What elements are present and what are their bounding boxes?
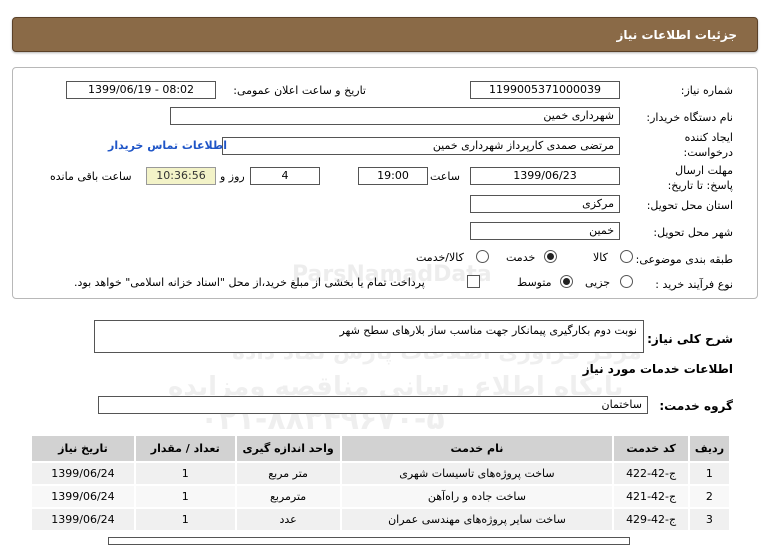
need-number-field: 1199005371000039 (470, 81, 620, 99)
cell-need-date: 1399/06/24 (30, 484, 136, 509)
remaining-time-field: 10:36:56 (146, 167, 216, 185)
buyer-label: نام دستگاه خریدار: (646, 111, 733, 124)
col-need-date: تاریخ نیاز (30, 434, 136, 463)
cell-service-name: ساخت جاده و راه‌آهن (339, 484, 615, 509)
page-title: جزئیات اطلاعات نیاز (616, 28, 737, 42)
cell-service-code: ج-42-422 (612, 461, 690, 486)
deadline-time-label: ساعت (430, 170, 460, 183)
service-group-label: گروه خدمت: (659, 399, 733, 413)
cell-service-code: ج-42-421 (612, 484, 690, 509)
creator-label: ایجاد کننده درخواست: (683, 131, 733, 159)
process-minor-radio[interactable] (620, 275, 633, 288)
category-label: طبقه بندی موضوعی: (635, 253, 733, 266)
table-row: 1 ج-42-422 ساخت پروژه‌های تاسیسات شهری م… (30, 461, 732, 486)
announce-date-field: 1399/06/19 - 08:02 (66, 81, 216, 99)
category-service-label: خدمت (506, 251, 536, 264)
process-label: نوع فرآیند خرید : (655, 278, 733, 291)
bottom-field (108, 537, 630, 545)
cell-service-code: ج-42-429 (612, 507, 690, 532)
cell-need-date: 1399/06/24 (30, 507, 136, 532)
treasury-payment-note: پرداخت تمام یا بخشی از مبلغ خرید،از محل … (74, 276, 425, 289)
cell-row-number: 2 (687, 484, 732, 509)
category-service-radio[interactable] (544, 250, 557, 263)
cell-need-date: 1399/06/24 (30, 461, 136, 486)
province-label: استان محل تحویل: (646, 199, 733, 212)
cell-service-name: ساخت پروژه‌های تاسیسات شهری (339, 461, 615, 486)
cell-quantity: 1 (133, 507, 237, 532)
deadline-label: مهلت ارسال پاسخ: تا تاریخ: (667, 164, 733, 192)
treasury-payment-checkbox[interactable] (467, 275, 480, 288)
col-service-code: کد خدمت (612, 434, 690, 463)
deadline-time-field: 19:00 (358, 167, 428, 185)
city-field: خمین (470, 222, 620, 240)
table-row: 3 ج-42-429 ساخت سایر پروژه‌های مهندسی عم… (30, 507, 732, 532)
col-service-name: نام خدمت (339, 434, 615, 463)
category-goods-service-label: کالا/خدمت (416, 251, 464, 264)
category-goods-service-radio[interactable] (476, 250, 489, 263)
days-label: روز و (220, 170, 245, 183)
description-field: نوبت دوم بکارگیری پیمانکار جهت مناسب ساز… (94, 320, 644, 353)
services-table: ردیف کد خدمت نام خدمت واحد اندازه گیری ت… (30, 434, 732, 532)
category-goods-radio[interactable] (620, 250, 633, 263)
category-goods-label: کالا (593, 251, 608, 264)
deadline-date-field: 1399/06/23 (470, 167, 620, 185)
creator-field: مرتضی صمدی کارپرداز شهرداری خمین (222, 137, 620, 155)
table-header-row: ردیف کد خدمت نام خدمت واحد اندازه گیری ت… (30, 434, 732, 463)
need-number-label: شماره نیاز: (680, 84, 733, 97)
cell-row-number: 1 (687, 461, 732, 486)
page-header: جزئیات اطلاعات نیاز (12, 17, 758, 52)
col-quantity: تعداد / مقدار (133, 434, 237, 463)
announce-date-label: تاریخ و ساعت اعلان عمومی: (233, 84, 366, 97)
cell-quantity: 1 (133, 484, 237, 509)
table-row: 2 ج-42-421 ساخت جاده و راه‌آهن مترمربع 1… (30, 484, 732, 509)
col-unit: واحد اندازه گیری (234, 434, 342, 463)
buyer-contact-link[interactable]: اطلاعات تماس خریدار (108, 139, 227, 152)
description-label: شرح کلی نیاز: (647, 332, 733, 346)
process-medium-radio[interactable] (560, 275, 573, 288)
cell-quantity: 1 (133, 461, 237, 486)
cell-service-name: ساخت سایر پروژه‌های مهندسی عمران (339, 507, 615, 532)
services-section-title: اطلاعات خدمات مورد نیاز (582, 362, 733, 376)
city-label: شهر محل تحویل: (653, 226, 733, 239)
days-remaining-field: 4 (250, 167, 320, 185)
service-group-field: ساختمان (98, 396, 648, 414)
process-minor-label: جزیی (585, 276, 611, 289)
process-medium-label: متوسط (517, 276, 552, 289)
remaining-time-label: ساعت باقی مانده (50, 170, 132, 183)
cell-unit: متر مربع (234, 461, 342, 486)
col-row-number: ردیف (687, 434, 732, 463)
buyer-field: شهرداری خمین (170, 107, 620, 125)
cell-unit: عدد (234, 507, 342, 532)
cell-row-number: 3 (687, 507, 732, 532)
cell-unit: مترمربع (234, 484, 342, 509)
province-field: مرکزی (470, 195, 620, 213)
